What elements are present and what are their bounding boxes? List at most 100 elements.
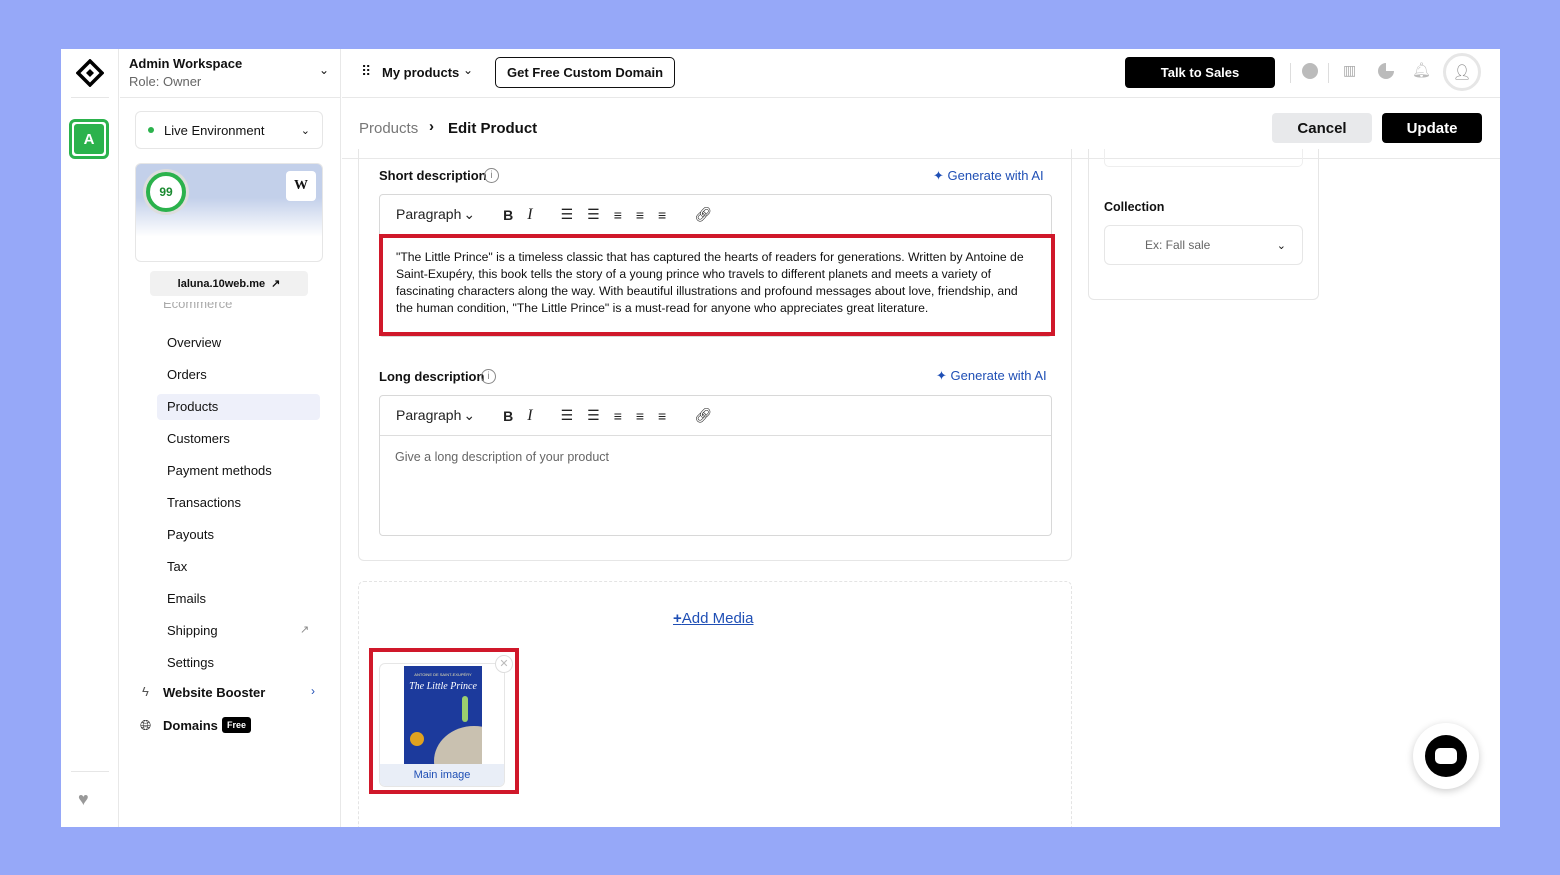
sidebar-item-products[interactable]: Products xyxy=(167,399,218,414)
external-link-icon: ↗ xyxy=(271,278,281,290)
breadcrumb-products[interactable]: Products xyxy=(359,120,418,137)
workspace-avatar[interactable]: A xyxy=(69,119,109,159)
sidebar-item-website-booster[interactable]: Website Booster xyxy=(163,685,265,700)
app-window: A ♥ Admin Workspace Role: Owner ⌄ Live E… xyxy=(61,49,1500,827)
align-center-icon[interactable]: ≡ xyxy=(636,408,644,424)
chevron-down-icon: ⌄ xyxy=(463,63,474,77)
align-right-icon[interactable]: ≡ xyxy=(658,207,666,223)
align-center-icon[interactable]: ≡ xyxy=(636,207,644,223)
bold-icon[interactable]: B xyxy=(503,408,513,424)
sidebar-item-customers[interactable]: Customers xyxy=(167,431,230,446)
sparkle-icon: ✦ xyxy=(936,368,951,383)
sidebar-item-payouts[interactable]: Payouts xyxy=(167,527,214,542)
link-icon[interactable]: 🔗︎ xyxy=(694,206,712,223)
sidebar-item-settings[interactable]: Settings xyxy=(167,655,214,670)
plus-icon: + xyxy=(673,610,682,627)
grid-icon: ⠿ xyxy=(361,63,371,79)
align-left-icon[interactable]: ≡ xyxy=(614,408,622,424)
sidebar-item-payment-methods[interactable]: Payment methods xyxy=(167,463,272,478)
italic-icon[interactable]: I xyxy=(527,407,532,425)
update-button[interactable]: Update xyxy=(1382,113,1482,143)
sidebar-item-emails[interactable]: Emails xyxy=(167,591,206,606)
field-above[interactable] xyxy=(1104,149,1303,167)
main-image-label: Main image xyxy=(380,764,504,786)
sidebar-item-transactions[interactable]: Transactions xyxy=(167,495,241,510)
collection-placeholder: Ex: Fall sale xyxy=(1145,238,1211,252)
clock-icon[interactable] xyxy=(1302,63,1318,79)
site-url: laluna.10web.me xyxy=(177,277,266,290)
long-description-placeholder: Give a long description of your product xyxy=(395,450,610,464)
bullet-list-icon[interactable]: ☰ xyxy=(587,407,600,424)
long-description-label: Long description xyxy=(379,369,485,384)
bold-icon[interactable]: B xyxy=(503,207,513,223)
heart-icon[interactable]: ♥ xyxy=(78,789,89,810)
info-icon[interactable]: i xyxy=(481,369,496,384)
globe-icon: 🌐︎ xyxy=(140,717,152,733)
italic-icon[interactable]: I xyxy=(527,206,532,224)
chevron-down-icon: ⌄ xyxy=(300,124,310,137)
site-url-link[interactable]: laluna.10web.me ↗ xyxy=(150,271,308,296)
custom-domain-button[interactable]: Get Free Custom Domain xyxy=(495,57,675,88)
site-preview[interactable]: 99 W xyxy=(135,163,323,262)
format-value: Paragraph xyxy=(396,206,462,222)
sidebar-item-overview[interactable]: Overview xyxy=(167,335,221,350)
chevron-down-icon[interactable]: ⌄ xyxy=(319,63,329,77)
section-ecommerce: Ecommerce xyxy=(163,302,233,310)
talk-to-sales-button[interactable]: Talk to Sales xyxy=(1125,57,1275,88)
long-description-editor[interactable]: Paragraph ⌄ B I ☰ ☰ ≡ ≡ ≡ 🔗︎ Give a long … xyxy=(379,395,1052,536)
ordered-list-icon[interactable]: ☰ xyxy=(561,206,574,223)
align-right-icon[interactable]: ≡ xyxy=(658,408,666,424)
environment-label: Live Environment xyxy=(164,122,265,138)
breadcrumb-separator-icon: › xyxy=(429,118,434,135)
link-icon[interactable]: 🔗︎ xyxy=(694,407,712,424)
remove-image-icon[interactable]: ✕ xyxy=(495,655,513,673)
workspace-role: Role: Owner xyxy=(129,74,202,89)
cancel-button[interactable]: Cancel xyxy=(1272,113,1372,143)
left-rail: A ♥ xyxy=(61,49,119,827)
my-products-menu[interactable]: My products xyxy=(382,65,459,80)
performance-score: 99 xyxy=(146,172,186,212)
chat-icon xyxy=(1425,735,1467,777)
short-description-label: Short description xyxy=(379,168,487,183)
free-badge: Free xyxy=(222,717,252,733)
sidebar-item-domains[interactable]: Domains xyxy=(163,718,218,733)
short-description-text[interactable]: "The Little Prince" is a timeless classi… xyxy=(379,234,1055,336)
long-generate-ai-button[interactable]: ✦ Generate with AI xyxy=(936,368,1047,384)
sidebar-item-tax[interactable]: Tax xyxy=(167,559,187,574)
logo-icon[interactable] xyxy=(75,58,105,88)
editor-toolbar: Paragraph ⌄ B I ☰ ☰ ≡ ≡ ≡ 🔗︎ xyxy=(380,195,1051,235)
format-select[interactable]: Paragraph ⌄ xyxy=(396,206,475,223)
ordered-list-icon[interactable]: ☰ xyxy=(561,407,574,424)
workspace-title: Admin Workspace xyxy=(129,56,243,71)
pie-chart-icon[interactable] xyxy=(1378,63,1394,79)
align-left-icon[interactable]: ≡ xyxy=(614,207,622,223)
wordpress-icon: W xyxy=(286,171,316,201)
short-generate-ai-button[interactable]: ✦ Generate with AI xyxy=(933,168,1044,184)
bell-icon[interactable]: 🔔︎ xyxy=(1412,61,1431,79)
main-image-card[interactable]: ANTOINE DE SAINT-EXUPÉRY The Little Prin… xyxy=(379,663,505,787)
status-dot xyxy=(148,127,154,133)
sidebar: Admin Workspace Role: Owner ⌄ Live Envir… xyxy=(120,49,341,827)
chevron-down-icon: ⌄ xyxy=(1276,239,1286,252)
top-bar: ⠿ My products ⌄ Get Free Custom Domain T… xyxy=(342,49,1500,98)
collection-select[interactable]: Ex: Fall sale ⌄ xyxy=(1104,225,1303,265)
user-icon: 👤︎ xyxy=(1452,64,1472,81)
book-icon[interactable]: ▥ xyxy=(1343,62,1356,79)
external-link-icon: ↗ xyxy=(300,624,310,636)
sidebar-item-shipping[interactable]: Shipping xyxy=(167,623,218,638)
user-avatar[interactable]: 👤︎ xyxy=(1443,53,1481,91)
sidebar-item-orders[interactable]: Orders xyxy=(167,367,207,382)
sparkle-icon: ✦ xyxy=(933,168,948,183)
editor-toolbar: Paragraph ⌄ B I ☰ ☰ ≡ ≡ ≡ 🔗︎ xyxy=(380,396,1051,436)
chat-button[interactable] xyxy=(1413,723,1479,789)
add-media-button[interactable]: +Add Media xyxy=(673,610,753,627)
environment-select[interactable]: Live Environment ⌄ xyxy=(135,111,323,149)
lightning-icon: ϟ xyxy=(142,684,149,699)
info-icon[interactable]: i xyxy=(484,168,499,183)
book-cover-image: ANTOINE DE SAINT-EXUPÉRY The Little Prin… xyxy=(404,666,482,766)
bullet-list-icon[interactable]: ☰ xyxy=(587,206,600,223)
chevron-right-icon: › xyxy=(311,684,315,698)
page-title: Edit Product xyxy=(448,120,538,137)
format-select[interactable]: Paragraph ⌄ xyxy=(396,407,475,424)
format-value: Paragraph xyxy=(396,407,462,423)
